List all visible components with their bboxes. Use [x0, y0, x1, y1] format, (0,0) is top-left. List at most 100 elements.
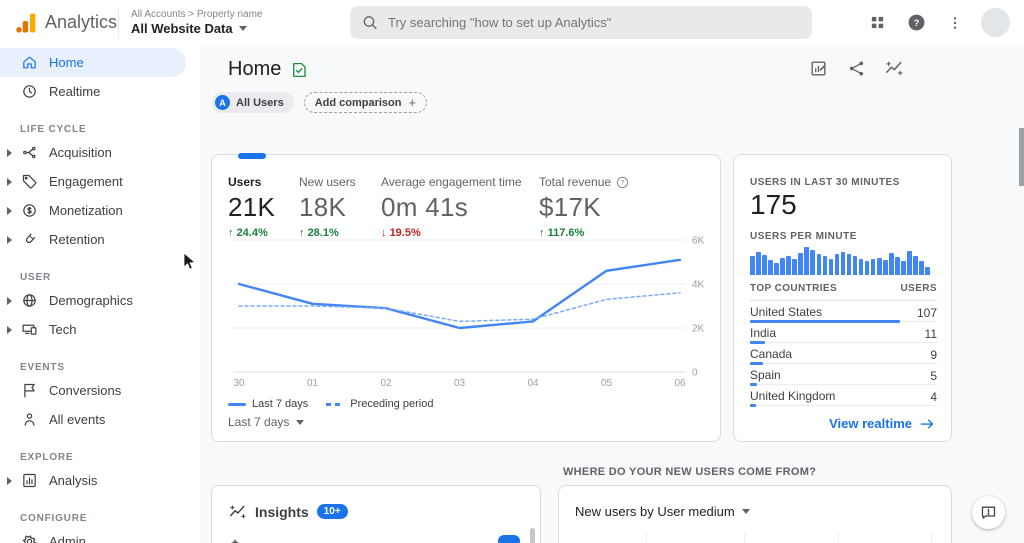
sidebar-item-label: Acquisition	[49, 145, 112, 160]
gridline	[744, 532, 745, 543]
property-selector[interactable]: All Accounts > Property name All Website…	[131, 9, 262, 36]
sidebar-item-home[interactable]: Home	[0, 48, 186, 77]
help-button[interactable]: ?	[903, 10, 929, 36]
metric-value: 0m 41s	[381, 192, 469, 222]
expand-caret-icon[interactable]	[7, 178, 12, 186]
apps-grid-button[interactable]	[864, 10, 890, 36]
realtime-card: USERS IN LAST 30 MINUTES 175 USERS PER M…	[733, 154, 952, 442]
table-row[interactable]: Canada 9	[750, 343, 937, 365]
expand-caret-icon[interactable]	[7, 477, 12, 485]
view-realtime-link[interactable]: View realtime	[829, 416, 935, 431]
analytics-logo[interactable]: Analytics	[0, 11, 118, 35]
users-last-30min-value: 175	[750, 189, 797, 220]
table-row[interactable]: India 11	[750, 322, 937, 344]
expand-caret-icon[interactable]	[7, 207, 12, 215]
svg-text:30: 30	[233, 378, 245, 389]
insights-scrollbar[interactable]	[530, 528, 535, 543]
sidebar-item-acquisition[interactable]: Acquisition	[0, 138, 200, 167]
insight-item-icon: ✦	[230, 536, 241, 543]
new-users-card-selector[interactable]: New users by User medium	[575, 504, 750, 519]
plus-icon: +	[408, 95, 417, 110]
minute-bar	[858, 259, 864, 275]
expand-caret-icon[interactable]	[7, 326, 12, 334]
sidebar-item-analysis[interactable]: Analysis	[0, 466, 200, 495]
chevron-down-icon	[296, 419, 305, 425]
metric-value: 21K	[228, 192, 276, 222]
svg-text:01: 01	[307, 378, 319, 389]
search-input[interactable]	[387, 15, 800, 30]
sidebar-item-admin[interactable]: Admin	[0, 527, 200, 543]
expand-caret-icon[interactable]	[7, 149, 12, 157]
search-bar[interactable]	[350, 6, 812, 39]
add-comparison-chip[interactable]: Add comparison +	[303, 92, 428, 113]
section-label-new-users: WHERE DO YOUR NEW USERS COME FROM?	[563, 466, 817, 478]
magnet-icon	[20, 231, 38, 249]
analytics-logo-icon	[16, 13, 36, 33]
sidebar-item-retention[interactable]: Retention	[0, 225, 200, 254]
all-users-chip[interactable]: A All Users	[212, 92, 294, 113]
minute-bar	[756, 251, 761, 275]
user-avatar[interactable]	[981, 8, 1010, 37]
sidebar-item-label: Home	[49, 55, 84, 70]
feedback-bubble-icon	[981, 506, 996, 519]
legend-last-7-days: Last 7 days	[228, 398, 308, 410]
insights-count-badge[interactable]: 10+	[316, 504, 348, 519]
chevron-down-icon	[238, 26, 247, 31]
insights-title: Insights	[255, 503, 309, 520]
share-button[interactable]	[846, 58, 866, 78]
svg-text:04: 04	[527, 378, 539, 389]
sidebar-item-conversions[interactable]: Conversions	[0, 376, 200, 405]
active-metric-tab-indicator	[238, 153, 266, 159]
svg-text:2K: 2K	[692, 324, 705, 335]
insight-item-badge	[498, 535, 520, 543]
expand-caret-icon[interactable]	[7, 297, 12, 305]
minute-bar	[774, 263, 779, 275]
arrow-right-icon	[920, 419, 934, 428]
users-per-minute-bar-chart[interactable]	[750, 245, 930, 275]
property-name: All Website Data	[131, 21, 233, 36]
feedback-button[interactable]	[972, 496, 1005, 529]
chevron-down-icon	[741, 509, 750, 514]
users-trend-line-chart[interactable]: 0 2K 4K 6K 30Sep 01Oct 02 03 04 05 06	[222, 230, 716, 391]
expand-caret-icon[interactable]	[7, 236, 12, 244]
date-range-selector[interactable]: Last 7 days	[228, 415, 305, 429]
top-countries-table: TOP COUNTRIES USERS United States 107 In…	[750, 283, 937, 407]
minute-bar	[840, 252, 846, 275]
table-row[interactable]: United States 107	[750, 301, 937, 323]
svg-text:02: 02	[380, 378, 392, 389]
minute-bar	[889, 252, 894, 275]
sidebar-item-monetization[interactable]: Monetization	[0, 196, 200, 225]
page-scrollbar-thumb[interactable]	[1019, 128, 1024, 186]
help-icon: ?	[908, 14, 924, 31]
minute-bar	[901, 260, 906, 275]
customize-report-button[interactable]	[808, 58, 828, 78]
minute-bar	[870, 259, 876, 275]
minute-bar	[895, 257, 900, 275]
insights-button[interactable]	[884, 58, 904, 78]
more-options-button[interactable]	[942, 10, 968, 36]
minute-bar	[852, 255, 858, 275]
users-per-minute-label: USERS PER MINUTE	[750, 231, 857, 242]
tag-icon	[20, 173, 38, 191]
table-row[interactable]: Spain 5	[750, 364, 937, 386]
page-title: Home	[228, 58, 282, 80]
series-solid	[237, 258, 682, 330]
sidebar-item-label: Conversions	[49, 383, 122, 398]
table-row[interactable]: United Kingdom 4	[750, 385, 937, 407]
sidebar-item-demographics[interactable]: Demographics	[0, 286, 200, 315]
sidebar-item-tech[interactable]: Tech	[0, 315, 200, 344]
sidebar-item-realtime[interactable]: Realtime	[0, 77, 200, 106]
minute-bar	[925, 267, 930, 275]
sidebar-item-engagement[interactable]: Engagement	[0, 167, 200, 196]
segment-a-badge: A	[215, 95, 230, 110]
help-circle-icon[interactable]: ?	[616, 176, 629, 189]
legend-preceding-period: Preceding period	[326, 398, 433, 410]
country-bar	[750, 404, 756, 407]
search-icon	[363, 16, 377, 30]
minute-bar	[864, 261, 870, 275]
svg-text:6K: 6K	[692, 236, 705, 247]
header-divider	[118, 7, 119, 38]
analytics-home-page: Analytics All Accounts > Property name A…	[0, 0, 1024, 543]
sidebar-item-all-events[interactable]: All events	[0, 405, 200, 434]
users-header: USERS	[900, 283, 937, 294]
